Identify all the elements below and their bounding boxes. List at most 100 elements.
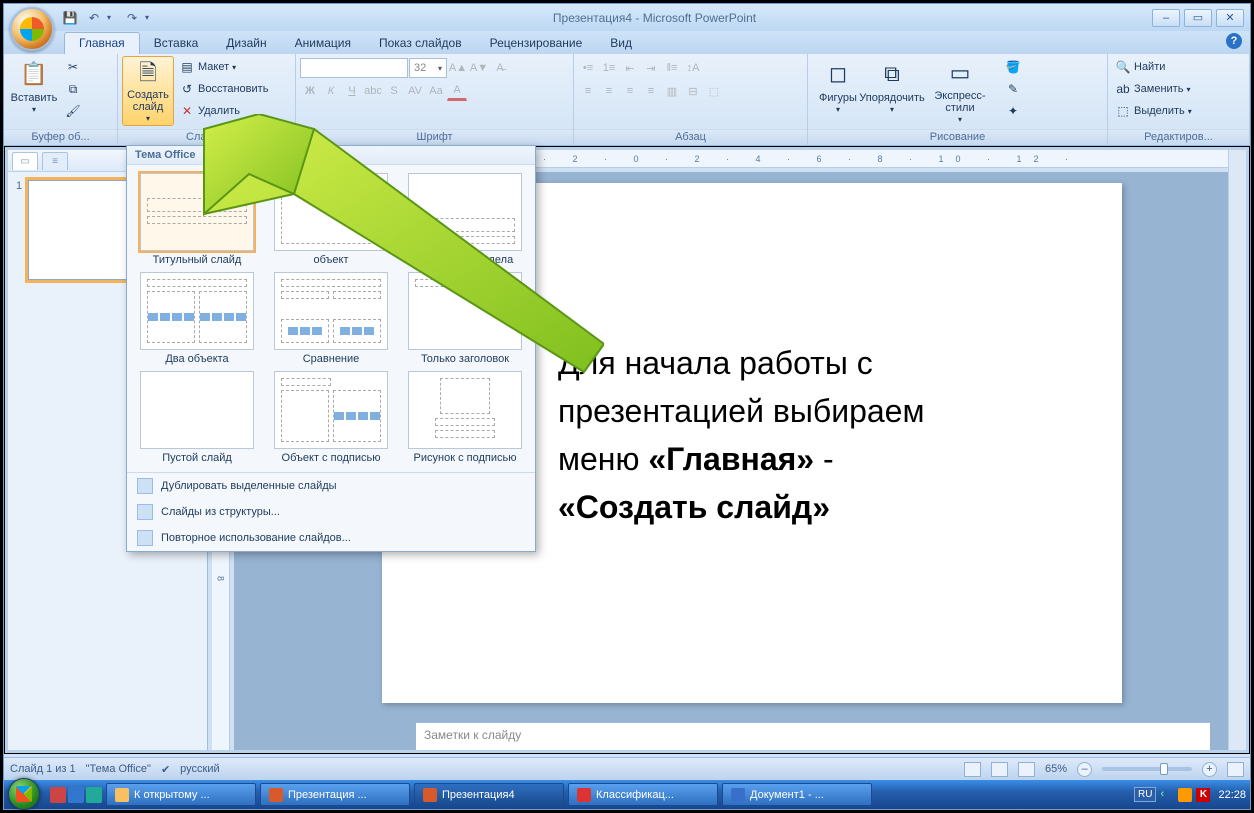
tab-animation[interactable]: Анимация (281, 33, 365, 54)
language-indicator[interactable]: RU (1134, 787, 1156, 802)
tab-view[interactable]: Вид (596, 33, 646, 54)
status-language[interactable]: русский (180, 763, 219, 775)
columns-icon[interactable]: ▥ (662, 81, 682, 101)
layout-two-content[interactable]: Два объекта (135, 272, 259, 365)
vertical-scrollbar[interactable] (1228, 150, 1246, 750)
char-spacing-icon[interactable]: AV (405, 81, 425, 101)
sorter-view-icon[interactable] (991, 762, 1008, 777)
tab-home[interactable]: Главная (64, 32, 140, 54)
font-name-combo[interactable] (300, 58, 408, 78)
copy-button[interactable]: ⧉ (62, 78, 84, 100)
taskbar-item[interactable]: Классификац... (568, 783, 718, 806)
zoom-value[interactable]: 65% (1045, 763, 1067, 775)
undo-dropdown-icon[interactable]: ▾ (107, 13, 119, 22)
qat-customize-icon[interactable]: ▾ (145, 13, 157, 22)
arrange-button[interactable]: ⧉Упорядочить▾ (866, 56, 918, 126)
layout-picture-caption[interactable]: Рисунок с подписью (403, 371, 527, 464)
numbering-icon[interactable]: 1≡ (599, 58, 619, 78)
line-spacing-icon[interactable]: ‖≡ (662, 58, 682, 78)
quicklaunch-icon[interactable] (86, 787, 102, 803)
close-button[interactable]: ✕ (1216, 9, 1244, 27)
office-button[interactable] (10, 7, 54, 51)
help-icon[interactable]: ? (1226, 33, 1242, 49)
tray-icon[interactable]: ‹ (1160, 788, 1174, 802)
align-right-icon[interactable]: ≡ (620, 81, 640, 101)
cut-button[interactable]: ✂ (62, 56, 84, 78)
layout-comparison[interactable]: Сравнение (269, 272, 393, 365)
replace-button[interactable]: abЗаменить▾ (1112, 78, 1195, 100)
layout-blank[interactable]: Пустой слайд (135, 371, 259, 464)
italic-icon[interactable]: К (321, 81, 341, 101)
taskbar-item[interactable]: Презентация ... (260, 783, 410, 806)
zoom-out-button[interactable]: – (1077, 762, 1092, 777)
slideshow-view-icon[interactable] (1018, 762, 1035, 777)
select-button[interactable]: ⬚Выделить▾ (1112, 100, 1195, 122)
start-button[interactable] (4, 780, 44, 809)
reset-button[interactable]: ↺Восстановить (176, 78, 271, 100)
taskbar-item[interactable]: Документ1 - ... (722, 783, 872, 806)
layout-section-header[interactable]: Заголовок раздела (403, 173, 527, 266)
normal-view-icon[interactable] (964, 762, 981, 777)
clock[interactable]: 22:28 (1218, 789, 1246, 801)
shape-effects-button[interactable]: ✦ (1002, 100, 1024, 122)
tab-slideshow[interactable]: Показ слайдов (365, 33, 476, 54)
zoom-slider[interactable] (1102, 767, 1192, 771)
redo-icon[interactable]: ↷ (121, 8, 143, 28)
tab-insert[interactable]: Вставка (140, 33, 213, 54)
layout-title-only[interactable]: Только заголовок (403, 272, 527, 365)
delete-slide-button[interactable]: ✕Удалить (176, 100, 271, 122)
bullets-icon[interactable]: •≡ (578, 58, 598, 78)
quick-styles-button[interactable]: ▭Экспресс-стили▾ (920, 56, 1000, 126)
fit-window-icon[interactable] (1227, 762, 1244, 777)
indent-dec-icon[interactable]: ⇤ (620, 58, 640, 78)
underline-icon[interactable]: Ч (342, 81, 362, 101)
spellcheck-icon[interactable]: ✔ (161, 763, 170, 776)
paste-button[interactable]: 📋 Вставить ▾ (8, 56, 60, 126)
layout-title-content[interactable]: объект (269, 173, 393, 266)
text-direction-icon[interactable]: ↕A (683, 58, 703, 78)
duplicate-slides-menu[interactable]: Дублировать выделенные слайды (127, 473, 535, 499)
shape-fill-button[interactable]: 🪣 (1002, 56, 1024, 78)
reuse-slides-menu[interactable]: Повторное использование слайдов... (127, 525, 535, 551)
clear-format-icon[interactable]: A̶ (490, 58, 510, 78)
layout-button[interactable]: ▤Макет▾ (176, 56, 271, 78)
shrink-font-icon[interactable]: A▼ (469, 58, 489, 78)
new-slide-button[interactable]: 🗎 Создать слайд ▾ (122, 56, 174, 126)
tab-review[interactable]: Рецензирование (476, 33, 597, 54)
smartart-icon[interactable]: ⬚ (704, 81, 724, 101)
font-color-icon[interactable]: A (447, 81, 467, 101)
zoom-in-button[interactable]: + (1202, 762, 1217, 777)
minimize-button[interactable]: – (1152, 9, 1180, 27)
quicklaunch-icon[interactable] (68, 787, 84, 803)
tab-design[interactable]: Дизайн (212, 33, 280, 54)
quicklaunch-icon[interactable] (50, 787, 66, 803)
shapes-button[interactable]: ◻Фигуры▾ (812, 56, 864, 126)
justify-icon[interactable]: ≡ (641, 81, 661, 101)
thumbnails-tab[interactable]: ▭ (12, 152, 38, 170)
shape-outline-button[interactable]: ✎ (1002, 78, 1024, 100)
layout-title-slide[interactable]: Титульный слайд (135, 173, 259, 266)
indent-inc-icon[interactable]: ⇥ (641, 58, 661, 78)
change-case-icon[interactable]: Aa (426, 81, 446, 101)
undo-icon[interactable]: ↶ (83, 8, 105, 28)
find-button[interactable]: 🔍Найти (1112, 56, 1195, 78)
align-text-icon[interactable]: ⊟ (683, 81, 703, 101)
align-left-icon[interactable]: ≡ (578, 81, 598, 101)
strike-icon[interactable]: abc (363, 81, 383, 101)
tray-icon[interactable] (1178, 788, 1192, 802)
save-icon[interactable]: 💾 (59, 8, 81, 28)
layout-content-caption[interactable]: Объект с подписью (269, 371, 393, 464)
taskbar-item[interactable]: Презентация4 (414, 783, 564, 806)
outline-tab[interactable]: ≡ (42, 152, 68, 170)
kaspersky-icon[interactable]: K (1196, 788, 1210, 802)
shadow-icon[interactable]: S (384, 81, 404, 101)
font-size-combo[interactable]: 32▾ (409, 58, 447, 78)
taskbar-item[interactable]: К открытому ... (106, 783, 256, 806)
align-center-icon[interactable]: ≡ (599, 81, 619, 101)
slides-from-outline-menu[interactable]: Слайды из структуры... (127, 499, 535, 525)
format-painter-button[interactable]: 🖌 (62, 100, 84, 122)
grow-font-icon[interactable]: A▲ (448, 58, 468, 78)
notes-pane[interactable]: Заметки к слайду (416, 722, 1210, 750)
maximize-button[interactable]: ▭ (1184, 9, 1212, 27)
bold-icon[interactable]: Ж (300, 81, 320, 101)
